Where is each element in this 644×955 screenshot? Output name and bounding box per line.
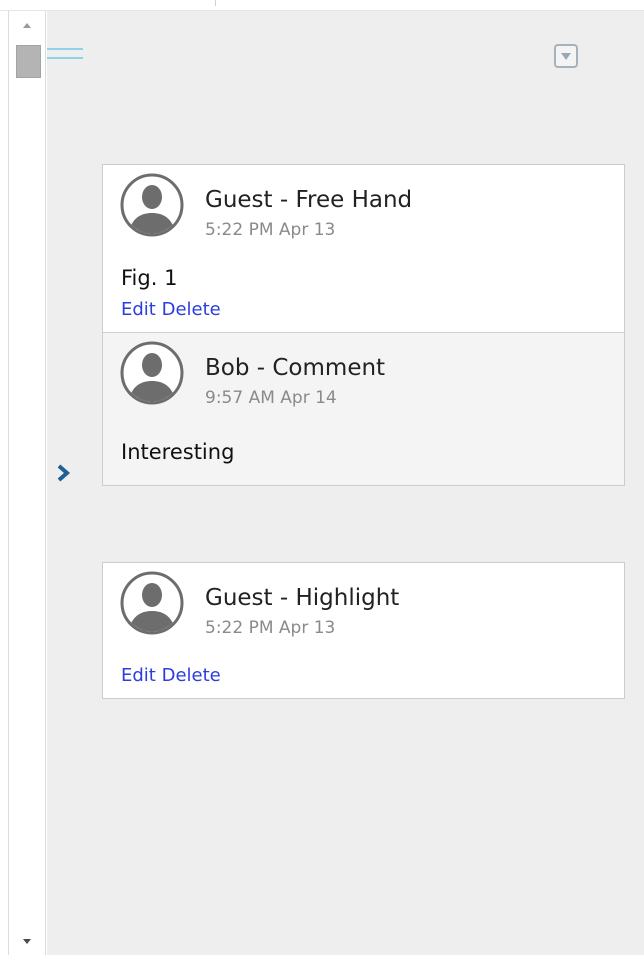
comments-window: Guest - Free Hand 5:22 PM Apr 13 Fig. 1 …: [0, 0, 644, 955]
top-divider: [0, 0, 644, 11]
comment-actions: Edit Delete: [121, 665, 221, 686]
comment-author: Bob - Comment: [205, 355, 386, 381]
comment-timestamp: 5:22 PM Apr 13: [205, 618, 336, 638]
edit-link[interactable]: Edit: [121, 665, 156, 686]
comment-actions: Edit Delete: [121, 299, 221, 320]
user-avatar-icon: [120, 341, 184, 405]
comment-author: Guest - Free Hand: [205, 187, 413, 213]
user-avatar-icon: [120, 571, 184, 635]
comment-text: Fig. 1: [121, 266, 178, 290]
comment-reply: Bob - Comment 9:57 AM Apr 14 Interesting: [103, 332, 624, 485]
chevron-right-icon[interactable]: [56, 463, 72, 483]
scroll-up-arrow-icon[interactable]: [9, 11, 45, 39]
comment-timestamp: 5:22 PM Apr 13: [205, 220, 336, 240]
scroll-down-arrow-icon[interactable]: [9, 927, 45, 955]
top-tick-mark: [215, 0, 216, 6]
comment-text: Interesting: [121, 440, 235, 464]
comments-panel: Guest - Free Hand 5:22 PM Apr 13 Fig. 1 …: [47, 11, 644, 955]
chevron-right-svg: [57, 464, 71, 482]
menu-line: [47, 57, 83, 59]
user-avatar-icon: [120, 173, 184, 237]
delete-link[interactable]: Delete: [162, 665, 221, 686]
comment-entry: Guest - Free Hand 5:22 PM Apr 13 Fig. 1 …: [103, 165, 624, 332]
scroll-thumb[interactable]: [16, 45, 41, 78]
delete-link[interactable]: Delete: [162, 299, 221, 320]
vertical-scrollbar[interactable]: [8, 11, 46, 955]
dropdown-icon[interactable]: [554, 44, 578, 68]
menu-line: [47, 48, 83, 50]
comment-author: Guest - Highlight: [205, 585, 400, 611]
comment-timestamp: 9:57 AM Apr 14: [205, 388, 337, 408]
edit-link[interactable]: Edit: [121, 299, 156, 320]
menu-icon[interactable]: [47, 48, 83, 62]
comment-entry: Guest - Highlight 5:22 PM Apr 13 Edit De…: [103, 563, 624, 698]
comment-thread: Guest - Highlight 5:22 PM Apr 13 Edit De…: [102, 562, 625, 699]
comment-thread: Guest - Free Hand 5:22 PM Apr 13 Fig. 1 …: [102, 164, 625, 486]
